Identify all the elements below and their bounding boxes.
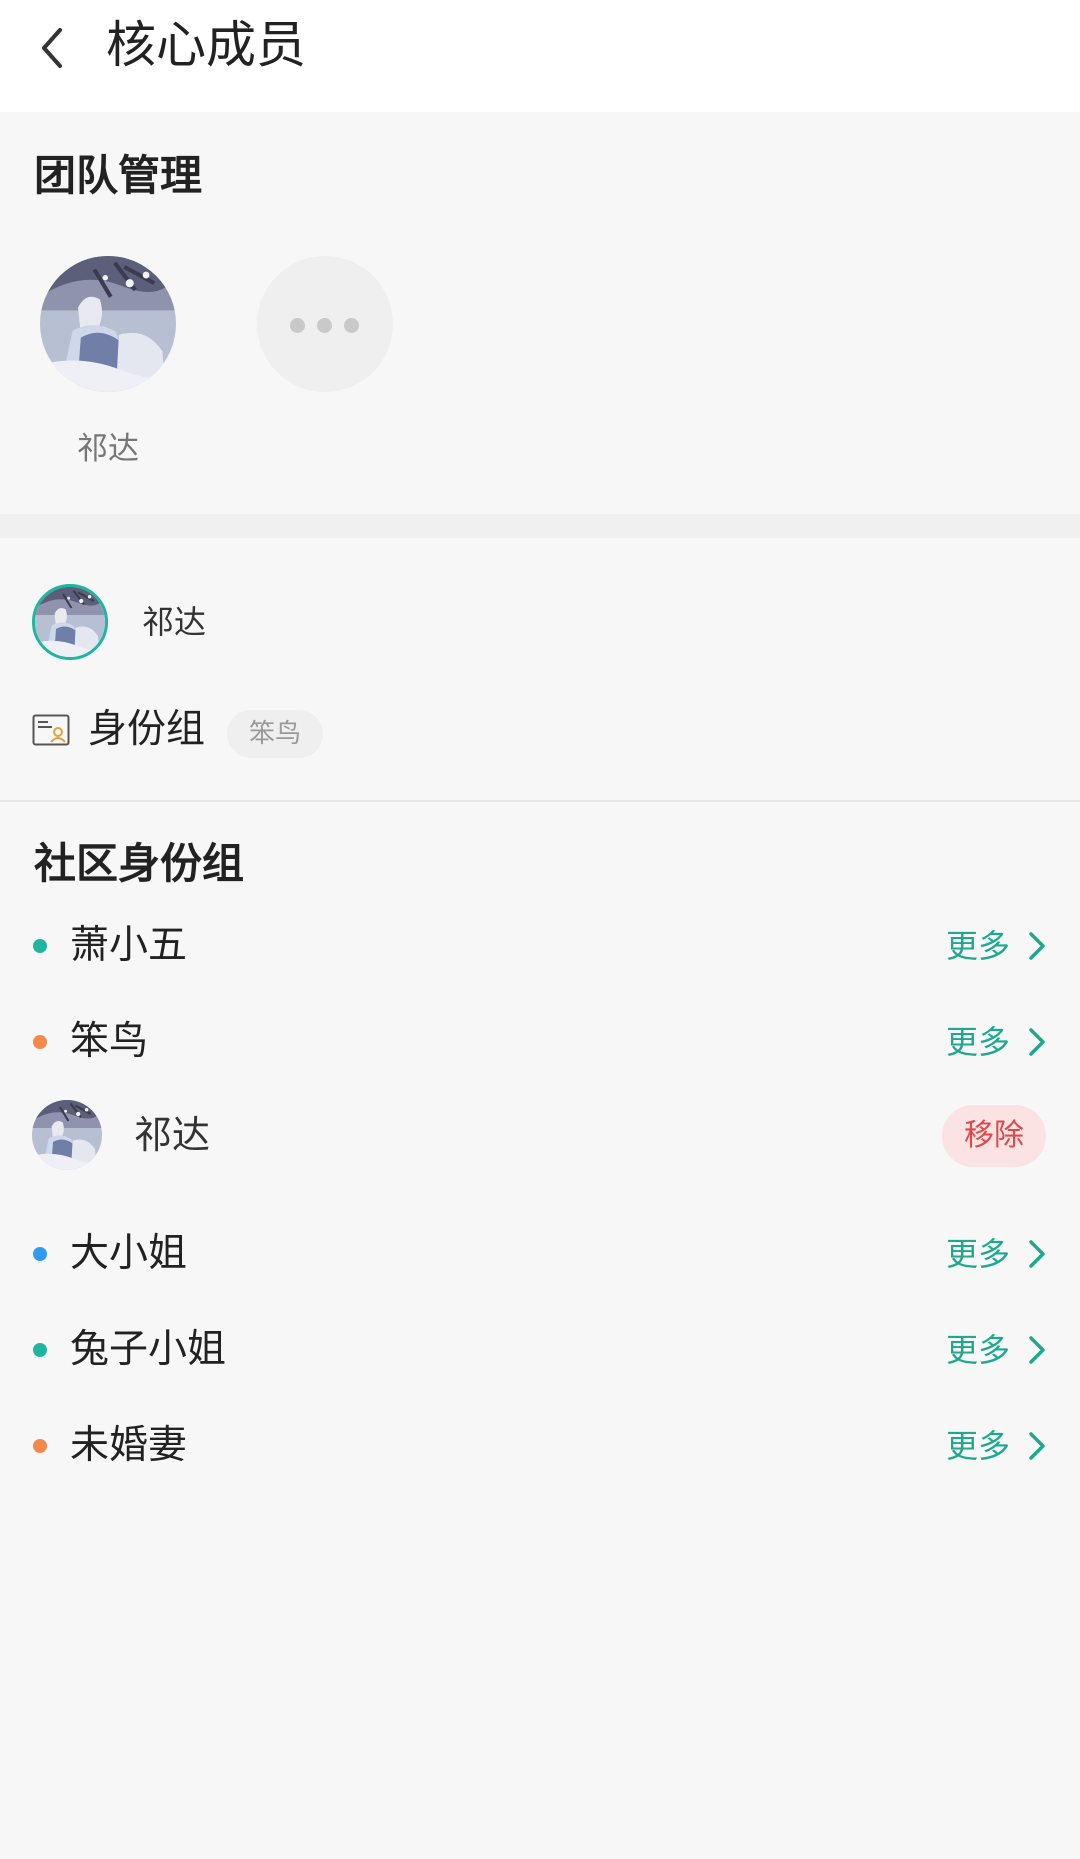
back-button[interactable] xyxy=(30,22,74,74)
more-dots-icon xyxy=(344,318,359,333)
more-label: 更多 xyxy=(945,1427,1010,1465)
avatar-image xyxy=(32,1100,102,1170)
more-members-button[interactable] xyxy=(257,256,393,392)
more-dots-icon xyxy=(290,318,305,333)
assigned-member-name: 祁达 xyxy=(134,1113,211,1157)
more-link[interactable]: 更多 xyxy=(946,1014,1046,1070)
more-link[interactable]: 更多 xyxy=(946,1322,1046,1378)
community-section-title: 社区身份组 xyxy=(34,839,245,888)
role-row[interactable]: 萧小五 更多 xyxy=(0,914,1080,978)
more-label: 更多 xyxy=(945,1331,1010,1369)
role-color-dot xyxy=(33,1343,47,1357)
role-name: 笨鸟 xyxy=(70,1019,149,1064)
assigned-member-avatar[interactable] xyxy=(32,1100,102,1170)
remove-button[interactable]: 移除 xyxy=(942,1105,1046,1167)
role-color-dot xyxy=(33,1247,47,1261)
page-title: 核心成员 xyxy=(106,16,306,74)
divider xyxy=(0,800,1080,802)
role-color-dot xyxy=(33,1439,47,1453)
avatar-image xyxy=(40,256,176,392)
id-card-icon xyxy=(32,714,70,746)
identity-group-label: 身份组 xyxy=(88,707,206,752)
member-name: 祁达 xyxy=(142,603,207,641)
chevron-right-icon xyxy=(1029,932,1045,960)
role-name: 萧小五 xyxy=(70,923,188,968)
team-member-avatar[interactable] xyxy=(40,256,176,392)
role-row[interactable]: 笨鸟 更多 xyxy=(0,1010,1080,1074)
more-link[interactable]: 更多 xyxy=(946,1418,1046,1474)
role-color-dot xyxy=(33,939,47,953)
more-label: 更多 xyxy=(945,927,1010,965)
role-name: 兔子小姐 xyxy=(70,1327,227,1372)
role-color-dot xyxy=(33,1035,47,1049)
role-row[interactable]: 兔子小姐 更多 xyxy=(0,1318,1080,1382)
role-name: 未婚妻 xyxy=(70,1423,188,1468)
avatar-image xyxy=(35,587,105,657)
team-member-name: 祁达 xyxy=(77,431,139,467)
chevron-right-icon xyxy=(1029,1240,1045,1268)
chevron-left-icon xyxy=(42,28,62,68)
more-label: 更多 xyxy=(945,1023,1010,1061)
more-dots-icon xyxy=(317,318,332,333)
role-row[interactable]: 大小姐 更多 xyxy=(0,1222,1080,1286)
member-avatar[interactable] xyxy=(32,584,108,660)
chevron-right-icon xyxy=(1029,1336,1045,1364)
more-link[interactable]: 更多 xyxy=(946,1226,1046,1282)
more-link[interactable]: 更多 xyxy=(946,918,1046,974)
top-bar: 核心成员 xyxy=(0,0,1080,112)
member-section xyxy=(0,538,1080,800)
section-gap xyxy=(0,514,1080,538)
team-section-title: 团队管理 xyxy=(34,151,203,200)
identity-tag[interactable]: 笨鸟 xyxy=(227,710,324,758)
role-row[interactable]: 未婚妻 更多 xyxy=(0,1414,1080,1478)
chevron-right-icon xyxy=(1029,1028,1045,1056)
chevron-right-icon xyxy=(1029,1432,1045,1460)
role-name: 大小姐 xyxy=(70,1231,188,1276)
more-label: 更多 xyxy=(945,1235,1010,1273)
